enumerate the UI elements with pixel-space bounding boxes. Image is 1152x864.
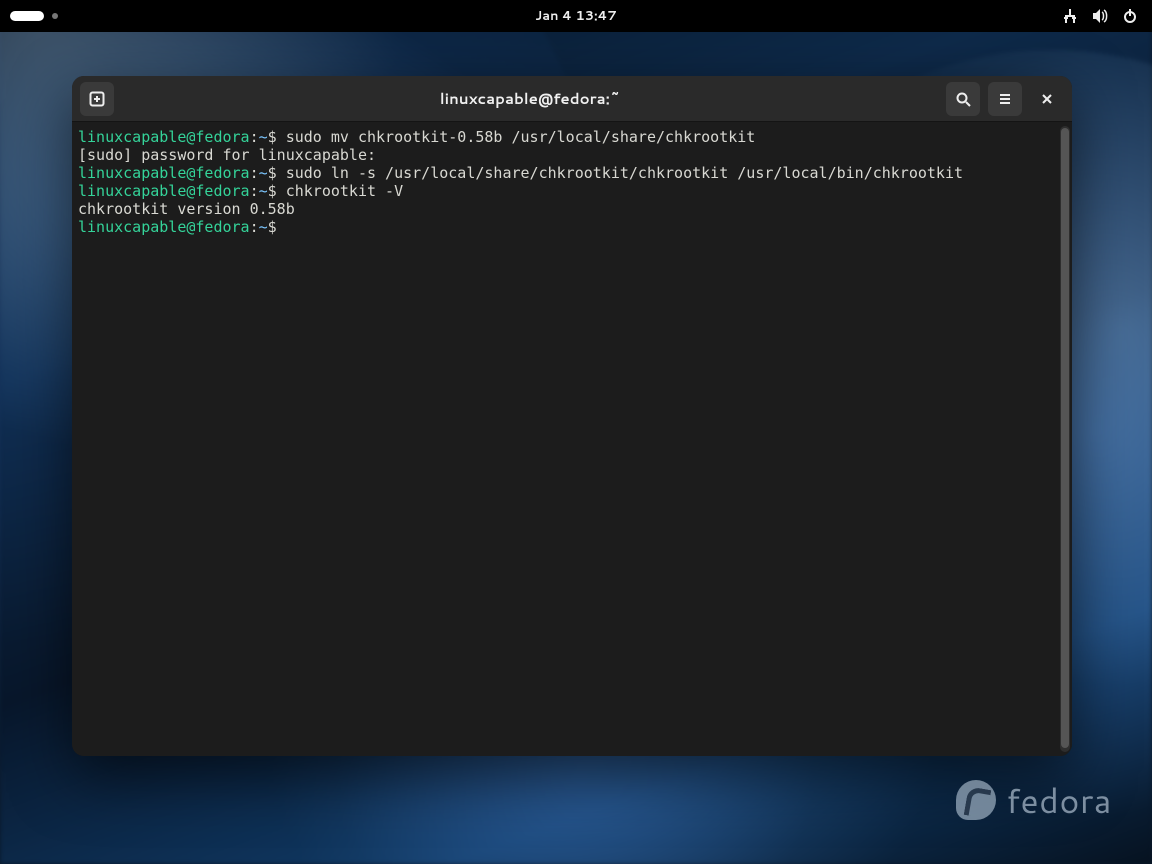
- search-button[interactable]: [946, 82, 980, 116]
- terminal-window: linuxcapable@fedora:~ linuxcapable@fedor…: [72, 76, 1072, 756]
- window-title: linuxcapable@fedora:~: [122, 88, 938, 109]
- activities-indicator[interactable]: [10, 11, 44, 21]
- fedora-logo-icon: [956, 780, 996, 820]
- window-titlebar: linuxcapable@fedora:~: [72, 76, 1072, 122]
- close-button[interactable]: [1030, 82, 1064, 116]
- terminal-line: linuxcapable@fedora:~$: [78, 218, 1068, 236]
- scrollbar-thumb[interactable]: [1061, 128, 1069, 748]
- terminal-line: linuxcapable@fedora:~$ chkrootkit -V: [78, 182, 1068, 200]
- terminal-line: chkrootkit version 0.58b: [78, 200, 1068, 218]
- terminal-line: [sudo] password for linuxcapable:: [78, 146, 1068, 164]
- terminal-line: linuxcapable@fedora:~$ sudo mv chkrootki…: [78, 128, 1068, 146]
- fedora-wordmark: fedora: [1006, 776, 1112, 824]
- gnome-top-bar: Jan 4 13:47: [0, 0, 1152, 32]
- menu-button[interactable]: [988, 82, 1022, 116]
- power-icon[interactable]: [1122, 8, 1138, 24]
- terminal-content[interactable]: linuxcapable@fedora:~$ sudo mv chkrootki…: [72, 122, 1072, 756]
- network-icon[interactable]: [1062, 8, 1078, 24]
- fedora-watermark: fedora: [956, 776, 1112, 824]
- terminal-scrollbar[interactable]: [1060, 126, 1070, 752]
- workspace-dot[interactable]: [52, 13, 58, 19]
- volume-icon[interactable]: [1092, 8, 1108, 24]
- new-tab-button[interactable]: [80, 82, 114, 116]
- clock[interactable]: Jan 4 13:47: [535, 7, 617, 25]
- terminal-line: linuxcapable@fedora:~$ sudo ln -s /usr/l…: [78, 164, 1068, 182]
